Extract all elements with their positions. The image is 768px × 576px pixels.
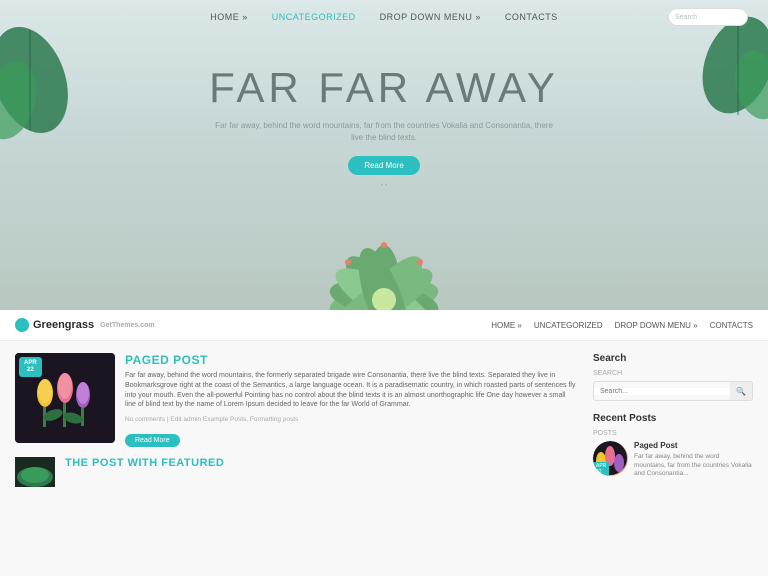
recent-post-title-1: Paged Post xyxy=(634,441,753,451)
sidebar-search-input[interactable] xyxy=(594,388,730,395)
sidebar-search-section: Search SEARCH 🔍 xyxy=(593,353,753,401)
sidebar-recent-subtitle: POSTS xyxy=(593,430,753,437)
plant-illustration xyxy=(284,210,484,310)
nav-contacts[interactable]: CONTACTS xyxy=(505,12,558,22)
post-read-more-button-1[interactable]: Read More xyxy=(125,434,180,447)
hero-subtitle: Far far away, behind the word mountains,… xyxy=(214,120,554,144)
recent-post-badge-1: APR 22 xyxy=(593,462,609,476)
sidebar: Search SEARCH 🔍 Recent Posts POSTS xyxy=(593,353,753,564)
nav-dropdown[interactable]: DROP DOWN MENU » xyxy=(380,12,481,22)
second-nav-dropdown[interactable]: DROP DOWN MENU » xyxy=(615,321,698,330)
content-section: Greengrass GetThemes.com HOME » UNCATEGO… xyxy=(0,310,768,576)
top-nav: HOME » UNCATEGORIZED DROP DOWN MENU » CO… xyxy=(0,0,768,34)
recent-post-excerpt-1: Far far away, behind the word mountains,… xyxy=(634,453,753,478)
second-nav-uncategorized[interactable]: UNCATEGORIZED xyxy=(534,321,603,330)
post-card-1: APR 22 PAGED POST Far far away, behind t… xyxy=(15,353,578,447)
sidebar-recent-title: Recent Posts xyxy=(593,413,753,424)
sidebar-recent-posts: Recent Posts POSTS APR 22 xyxy=(593,413,753,479)
second-nav-contacts[interactable]: CONTACTS xyxy=(710,321,753,330)
post-info-1: PAGED POST Far far away, behind the word… xyxy=(125,353,578,447)
post-card-2: THE POST WITH FEATURED xyxy=(15,457,578,487)
post-excerpt-1: Far far away, behind the word mountains,… xyxy=(125,371,578,410)
post-image-1: APR 22 xyxy=(15,353,115,443)
brand-icon xyxy=(15,318,29,332)
second-nav-links: HOME » UNCATEGORIZED DROP DOWN MENU » CO… xyxy=(491,321,753,330)
brand-tagline: GetThemes.com xyxy=(100,322,154,329)
hero-search[interactable]: Search xyxy=(668,8,748,26)
sidebar-search-box[interactable]: 🔍 xyxy=(593,381,753,401)
post-teaser-title-2: THE POST WITH FEATURED xyxy=(65,457,224,469)
brand-logo: Greengrass GetThemes.com xyxy=(15,318,155,332)
main-content: APR 22 PAGED POST Far far away, behind t… xyxy=(0,341,768,576)
brand-name: Greengrass xyxy=(33,319,94,331)
hero-read-more-button[interactable]: Read More xyxy=(348,156,420,175)
recent-post-thumb-1: APR 22 xyxy=(593,441,628,476)
sidebar-search-title: Search xyxy=(593,353,753,364)
posts-column: APR 22 PAGED POST Far far away, behind t… xyxy=(15,353,593,564)
nav-uncategorized[interactable]: UNCATEGORIZED xyxy=(272,12,356,22)
hero-title: FAR FAR AWAY xyxy=(0,64,768,112)
post-meta-1: No comments | Edit admin Example Posts, … xyxy=(125,416,578,423)
sidebar-search-subtitle: SEARCH xyxy=(593,370,753,377)
nav-home[interactable]: HOME » xyxy=(210,12,248,22)
post-teaser-image-2 xyxy=(15,457,55,487)
hero-section: HOME » UNCATEGORIZED DROP DOWN MENU » CO… xyxy=(0,0,768,310)
post-date-badge-1: APR 22 xyxy=(19,357,42,377)
sidebar-search-button[interactable]: 🔍 xyxy=(730,381,752,401)
recent-post-item-1: APR 22 Paged Post Far far away, behind t… xyxy=(593,441,753,479)
hero-dots: • • xyxy=(0,183,768,189)
post-teaser-info-2: THE POST WITH FEATURED xyxy=(65,457,224,469)
recent-post-info-1: Paged Post Far far away, behind the word… xyxy=(634,441,753,479)
hero-content: FAR FAR AWAY Far far away, behind the wo… xyxy=(0,34,768,189)
post-title-1: PAGED POST xyxy=(125,353,578,367)
second-nav-home[interactable]: HOME » xyxy=(491,321,522,330)
second-nav: Greengrass GetThemes.com HOME » UNCATEGO… xyxy=(0,310,768,341)
